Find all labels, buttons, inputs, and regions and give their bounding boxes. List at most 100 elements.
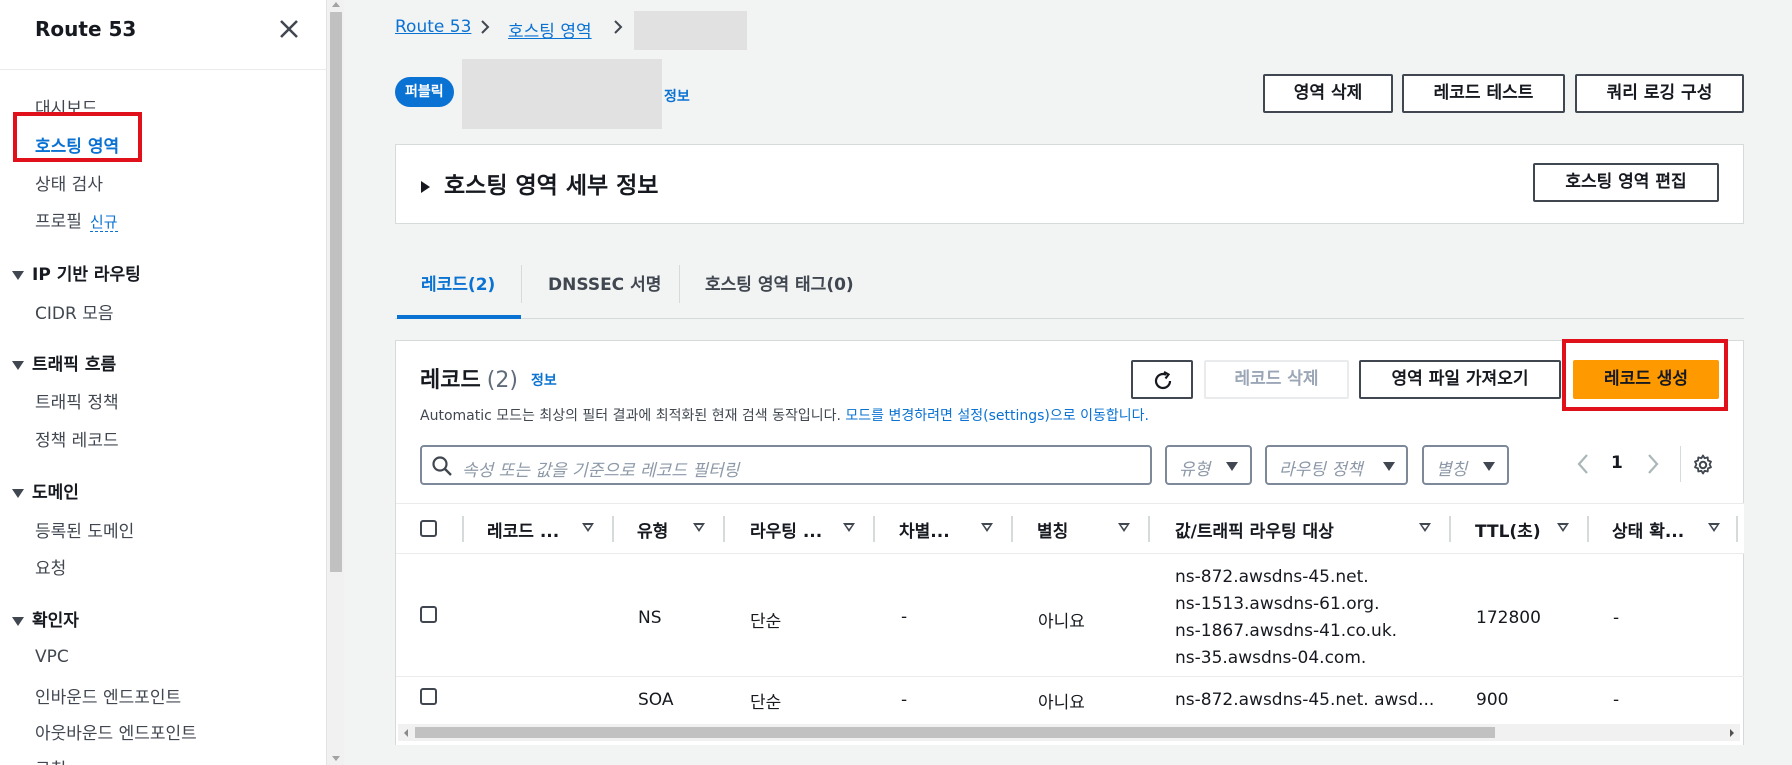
delete-record-button[interactable]: 레코드 삭제	[1204, 360, 1349, 399]
sort-icon[interactable]	[1557, 523, 1569, 532]
close-icon[interactable]	[276, 16, 302, 42]
tab-records[interactable]: 레코드(2)	[421, 270, 495, 295]
tab-tags[interactable]: 호스팅 영역 태그(0)	[705, 270, 854, 295]
sort-icon[interactable]	[582, 523, 594, 532]
sort-icon[interactable]	[981, 523, 993, 532]
table-scrollbar-thumb[interactable]	[415, 727, 1495, 738]
sidebar-section-ip-routing[interactable]: IP 기반 라우팅	[12, 260, 141, 285]
tab-dnssec[interactable]: DNSSEC 서명	[548, 270, 661, 295]
sidebar-item-outbound-endpoints[interactable]: 아웃바운드 엔드포인트	[35, 719, 197, 744]
row-divider	[396, 676, 1744, 677]
page-number[interactable]: 1	[1611, 453, 1623, 473]
search-input[interactable]: 속성 또는 값을 기준으로 레코드 필터링	[420, 445, 1152, 485]
cell-value-line: ns-872.awsdns-45.net.	[1175, 567, 1369, 587]
sidebar-item-health-checks[interactable]: 상태 검사	[35, 170, 103, 195]
sort-icon[interactable]	[1419, 523, 1431, 532]
alias-filter-select[interactable]: 별칭	[1422, 445, 1509, 485]
tab-divider	[679, 265, 680, 303]
records-title-label: 레코드	[420, 368, 481, 393]
scroll-left-arrow-icon[interactable]	[402, 728, 410, 738]
highlight-box-hosted-zones	[13, 112, 142, 162]
select-all-checkbox[interactable]	[420, 520, 437, 537]
search-icon	[432, 456, 452, 476]
active-tab-underline	[397, 315, 521, 319]
cell-type: SOA	[638, 690, 674, 710]
sidebar-section-resolver[interactable]: 확인자	[12, 606, 79, 631]
details-panel-header[interactable]: 호스팅 영역 세부 정보	[421, 166, 658, 200]
sidebar-scrollbar[interactable]	[326, 0, 344, 765]
refresh-button[interactable]	[1131, 360, 1193, 399]
description-text: Automatic 모드는 최상의 필터 결과에 최적화된 현재 검색 동작입니…	[420, 408, 841, 424]
refresh-icon	[1154, 371, 1172, 390]
caret-down-icon	[12, 488, 24, 498]
info-link[interactable]: 정보	[664, 86, 690, 106]
table-horizontal-scrollbar[interactable]	[398, 724, 1740, 741]
sidebar-item-vpc[interactable]: VPC	[35, 647, 69, 667]
sidebar-title: Route 53	[35, 17, 137, 41]
column-header-value[interactable]: 값/트래픽 라우팅 대상	[1175, 517, 1334, 542]
sidebar-item-rules[interactable]: 규칙	[35, 755, 66, 765]
prev-page-icon[interactable]	[1576, 452, 1590, 476]
records-title: 레코드 (2)	[420, 362, 518, 394]
highlight-box-create-record	[1562, 339, 1728, 411]
cell-type: NS	[638, 608, 662, 628]
next-page-icon[interactable]	[1646, 452, 1660, 476]
scroll-right-arrow-icon[interactable]	[1728, 728, 1736, 738]
sidebar-item-requests[interactable]: 요청	[35, 554, 66, 579]
caret-down-icon	[1226, 462, 1238, 471]
records-info-link[interactable]: 정보	[531, 370, 557, 390]
column-header-alias[interactable]: 별칭	[1037, 517, 1068, 542]
column-header-routing[interactable]: 라우팅 ...	[750, 517, 822, 542]
sidebar-section-traffic-flow-label: 트래픽 흐름	[32, 355, 117, 375]
column-header-health[interactable]: 상태 확...	[1612, 517, 1684, 542]
sort-icon[interactable]	[843, 523, 855, 532]
sidebar-scrollbar-thumb[interactable]	[330, 12, 342, 572]
route53-console: Route 53 대시보드 호스팅 영역 상태 검사 프로필 신규 IP 기반 라…	[0, 0, 1792, 765]
search-placeholder: 속성 또는 값을 기준으로 레코드 필터링	[462, 461, 740, 481]
public-badge: 퍼블릭	[395, 77, 454, 107]
sort-icon[interactable]	[1708, 523, 1720, 532]
column-header-ttl[interactable]: TTL(초)	[1475, 517, 1541, 542]
type-filter-select[interactable]: 유형	[1165, 445, 1252, 485]
settings-link[interactable]: 모드를 변경하려면 설정(settings)으로 이동합니다.	[845, 408, 1149, 424]
sidebar-item-inbound-endpoints[interactable]: 인바운드 엔드포인트	[35, 683, 181, 708]
test-record-button[interactable]: 레코드 테스트	[1402, 74, 1565, 113]
breadcrumb-route53[interactable]: Route 53	[395, 17, 471, 37]
sidebar-section-domains[interactable]: 도메인	[12, 478, 79, 503]
import-zone-file-button[interactable]: 영역 파일 가져오기	[1359, 360, 1561, 399]
cell-value-line: ns-35.awsdns-04.com.	[1175, 648, 1367, 668]
query-logging-button[interactable]: 쿼리 로깅 구성	[1575, 74, 1744, 113]
column-header-record-name[interactable]: 레코드 ...	[487, 517, 559, 542]
edit-hosted-zone-button[interactable]: 호스팅 영역 편집	[1533, 163, 1719, 202]
cell-health: -	[1613, 690, 1620, 710]
sidebar-item-profiles[interactable]: 프로필 신규	[35, 207, 118, 232]
sidebar-item-policy-records[interactable]: 정책 레코드	[35, 426, 119, 451]
redacted-zone-name-breadcrumb	[634, 11, 747, 50]
gear-icon[interactable]	[1691, 453, 1715, 477]
scroll-down-arrow-icon[interactable]	[332, 756, 340, 761]
sidebar-section-domains-label: 도메인	[32, 483, 79, 503]
cell-value-line: ns-1513.awsdns-61.org.	[1175, 594, 1380, 614]
delete-zone-button[interactable]: 영역 삭제	[1263, 74, 1393, 113]
sidebar-section-traffic-flow[interactable]: 트래픽 흐름	[12, 350, 116, 375]
sort-icon[interactable]	[1118, 523, 1130, 532]
column-divider	[1011, 516, 1013, 542]
pager-divider	[1680, 446, 1681, 482]
chevron-right-icon	[481, 20, 490, 34]
sidebar-item-registered-domains[interactable]: 등록된 도메인	[35, 517, 134, 542]
column-divider	[873, 516, 875, 542]
sidebar-item-cidr[interactable]: CIDR 모음	[35, 299, 113, 324]
row-checkbox[interactable]	[420, 606, 437, 623]
caret-down-icon	[12, 360, 24, 370]
routing-policy-filter-select[interactable]: 라우팅 정책	[1265, 445, 1408, 485]
row-checkbox[interactable]	[420, 688, 437, 705]
sidebar-item-traffic-policies[interactable]: 트래픽 정책	[35, 388, 119, 413]
column-header-type[interactable]: 유형	[637, 517, 668, 542]
column-divider	[1148, 516, 1150, 542]
breadcrumb-hosted-zones[interactable]: 호스팅 영역	[508, 17, 592, 42]
scroll-up-arrow-icon[interactable]	[332, 2, 340, 7]
details-panel-title: 호스팅 영역 세부 정보	[444, 173, 659, 199]
column-header-differentiator[interactable]: 차별...	[899, 517, 950, 542]
caret-down-icon	[1383, 462, 1395, 471]
sort-icon[interactable]	[693, 523, 705, 532]
